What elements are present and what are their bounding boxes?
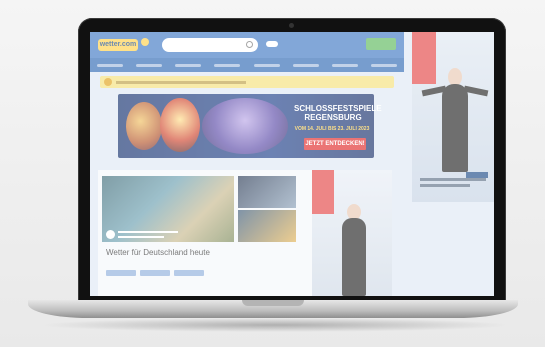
laptop-shadow [40,318,510,332]
background: wetter.com SCHLOSSFESTSPIELE REGENSBURG … [0,0,545,347]
laptop-lid: wetter.com SCHLOSSFESTSPIELE REGENSBURG … [78,18,506,304]
laptop-notch [242,300,304,306]
screen-glare [90,32,494,296]
camera-icon [289,23,294,28]
laptop-base [28,300,518,318]
laptop-screen: wetter.com SCHLOSSFESTSPIELE REGENSBURG … [90,32,494,296]
